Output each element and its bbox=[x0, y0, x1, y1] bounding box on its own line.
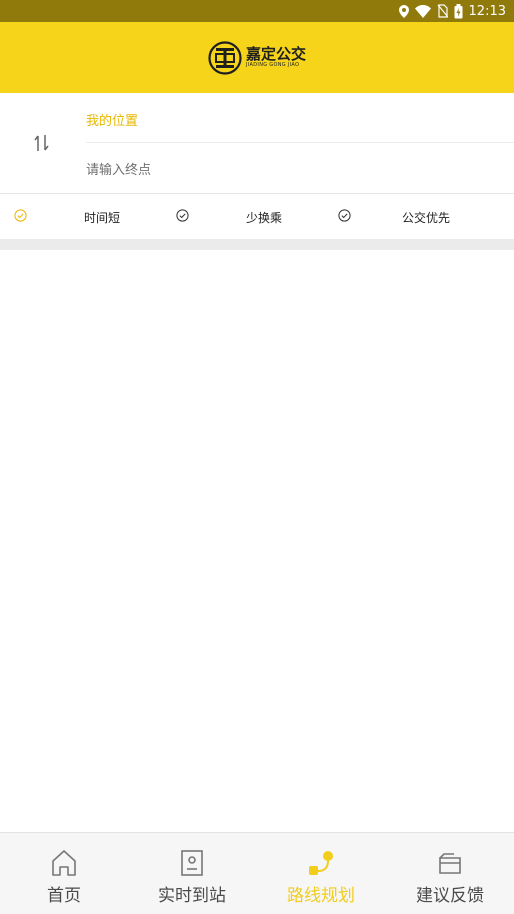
status-time: 12:13 bbox=[468, 3, 506, 19]
tab-route-planning-label: 路线规划 bbox=[287, 886, 355, 906]
battery-icon bbox=[454, 3, 463, 18]
feedback-icon bbox=[439, 853, 461, 874]
tab-feedback[interactable]: 建议反馈 bbox=[386, 833, 514, 914]
app-logo: 嘉定公交 JIADING GONG JIAO bbox=[208, 41, 306, 75]
pref-fewer-transfers[interactable]: 少换乘 bbox=[246, 209, 282, 226]
route-input-panel: 我的位置 请输入终点 bbox=[0, 93, 514, 194]
swap-icon[interactable] bbox=[32, 133, 52, 153]
bus-stop-icon bbox=[181, 850, 203, 876]
tab-realtime-label: 实时到站 bbox=[158, 886, 226, 906]
status-bar: 12:13 bbox=[0, 0, 514, 22]
home-icon bbox=[52, 850, 76, 876]
logo-mark-icon bbox=[208, 41, 242, 75]
check-circle-icon[interactable] bbox=[176, 209, 189, 222]
check-circle-icon[interactable] bbox=[14, 209, 27, 222]
status-icons: 12:13 bbox=[398, 0, 506, 22]
destination-input[interactable]: 请输入终点 bbox=[86, 159, 151, 178]
tab-feedback-label: 建议反馈 bbox=[416, 886, 484, 906]
location-icon bbox=[398, 4, 409, 18]
check-circle-icon[interactable] bbox=[338, 209, 351, 222]
origin-field[interactable]: 我的位置 bbox=[86, 110, 138, 129]
logo-text-en: JIADING GONG JIAO bbox=[246, 62, 300, 68]
pref-shortest-time[interactable]: 时间短 bbox=[84, 209, 120, 226]
wifi-icon bbox=[414, 4, 431, 18]
tab-route-planning[interactable]: 路线规划 bbox=[257, 833, 385, 914]
logo-text-cn: 嘉定公交 bbox=[246, 45, 307, 63]
route-icon bbox=[309, 851, 333, 875]
tab-home[interactable]: 首页 bbox=[0, 833, 128, 914]
section-separator bbox=[0, 239, 514, 250]
tab-realtime[interactable]: 实时到站 bbox=[128, 833, 256, 914]
bottom-tab-bar: 首页 实时到站 路线规划 建议反馈 bbox=[0, 832, 514, 914]
pref-bus-first[interactable]: 公交优先 bbox=[402, 209, 450, 226]
field-divider bbox=[86, 142, 514, 143]
route-preference-row: 时间短 少换乘 公交优先 bbox=[0, 194, 514, 238]
no-sim-icon bbox=[437, 4, 448, 18]
app-header: 嘉定公交 JIADING GONG JIAO bbox=[0, 22, 514, 93]
tab-home-label: 首页 bbox=[47, 886, 81, 906]
